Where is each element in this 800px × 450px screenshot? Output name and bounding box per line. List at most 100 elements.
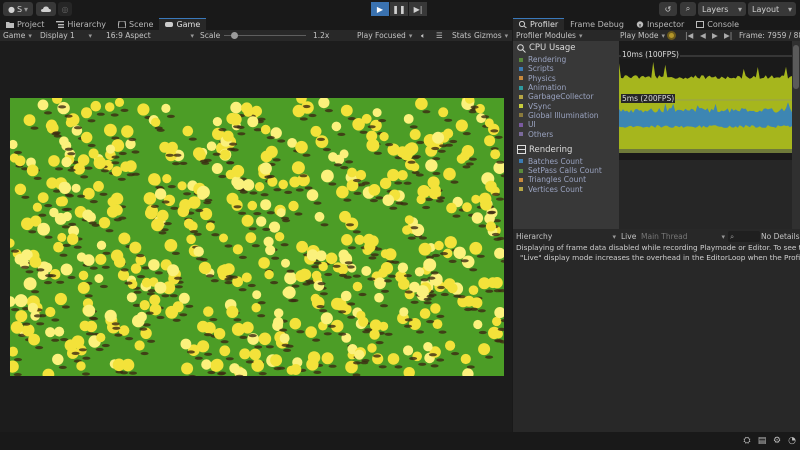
tab-console[interactable]: Console xyxy=(690,18,745,30)
flower-shadow xyxy=(428,353,437,357)
module-item[interactable]: Global Illumination xyxy=(513,111,619,120)
flower xyxy=(229,363,240,374)
module-item[interactable]: Batches Count xyxy=(513,157,619,166)
module-item[interactable]: Animation xyxy=(513,83,619,92)
flower xyxy=(245,232,257,244)
record-button[interactable] xyxy=(667,30,676,41)
mute-audio-button[interactable]: 🔈︎ xyxy=(421,30,426,41)
flower xyxy=(274,232,285,242)
flower-shadow xyxy=(63,207,72,211)
stats-button[interactable]: Stats xyxy=(452,30,471,41)
collab-status-button[interactable]: ◔ xyxy=(787,436,797,446)
cpu-usage-chart[interactable]: 10ms (100FPS) 5ms (200FPS) xyxy=(619,41,792,160)
next-frame-button[interactable]: ▶ xyxy=(712,30,718,41)
layers-dropdown[interactable]: Layers ▾ xyxy=(698,2,746,16)
account-button[interactable]: ● S ▾ xyxy=(3,2,33,16)
flower xyxy=(384,248,397,261)
first-frame-button[interactable]: |◀ xyxy=(685,30,693,41)
tab-scene[interactable]: Scene xyxy=(112,18,159,30)
flower-shadow xyxy=(485,355,494,359)
profiler-scrollbar[interactable] xyxy=(792,41,800,229)
bug-status-button[interactable]: ⛭ xyxy=(742,436,752,446)
thread-dropdown[interactable]: Main Thread xyxy=(641,231,725,242)
flower xyxy=(21,217,34,231)
cpu-usage-module[interactable]: CPU Usage xyxy=(513,41,619,55)
flower-shadow xyxy=(391,260,400,264)
flower-shadow xyxy=(323,332,332,336)
collab-button[interactable]: ◎ xyxy=(58,2,72,16)
tab-game[interactable]: Game xyxy=(159,18,207,30)
layout-dropdown[interactable]: Layout ▾ xyxy=(748,2,796,16)
play-button[interactable]: ▶ xyxy=(371,2,389,16)
scale-slider-thumb[interactable] xyxy=(230,32,238,39)
network-icon: ▤ xyxy=(757,436,767,446)
module-item[interactable]: Triangles Count xyxy=(513,175,619,184)
flower-shadow xyxy=(451,352,460,356)
flower-shadow xyxy=(239,335,248,339)
flower-shadow xyxy=(317,137,325,141)
flower-shadow xyxy=(438,330,447,334)
network-status-button[interactable]: ▤ xyxy=(757,436,767,446)
flower xyxy=(416,285,429,298)
display-mode-dropdown[interactable]: Game xyxy=(3,30,32,41)
flower-shadow xyxy=(481,115,490,119)
detail-search-input[interactable]: ⌕ xyxy=(728,231,760,242)
module-item[interactable]: UI xyxy=(513,120,619,129)
display-dropdown[interactable]: Display 1 xyxy=(40,30,92,41)
tab-profiler[interactable]: Profiler xyxy=(513,18,565,30)
scale-slider[interactable] xyxy=(224,30,306,41)
flower-shadow xyxy=(338,310,347,314)
tab-project[interactable]: Project xyxy=(0,18,50,30)
flower-shadow xyxy=(80,175,89,179)
collab-status-icon: ◔ xyxy=(788,436,796,446)
flower-shadow xyxy=(166,114,175,118)
flower-shadow xyxy=(437,149,446,153)
profiler-scrollbar-thumb[interactable] xyxy=(793,45,799,89)
tab-hierarchy[interactable]: Hierarchy xyxy=(50,18,112,30)
aspect-dropdown[interactable]: 16:9 Aspect xyxy=(106,30,194,41)
module-item[interactable]: Others xyxy=(513,129,619,139)
previous-frame-icon: ◀ xyxy=(700,31,706,40)
tab-frame-debug[interactable]: Frame Debug xyxy=(564,18,630,30)
game-render-canvas[interactable] xyxy=(10,98,504,376)
flower xyxy=(418,242,432,256)
settings-status-button[interactable]: ⚙ xyxy=(772,436,782,446)
module-item[interactable]: Rendering xyxy=(513,55,619,64)
module-item[interactable]: VSync xyxy=(513,101,619,111)
flower-shadow xyxy=(186,350,195,354)
history-button[interactable]: ↺ xyxy=(659,2,677,16)
stats-options-button[interactable]: ☰ xyxy=(436,30,443,41)
legend-swatch xyxy=(519,113,523,118)
module-item[interactable]: Vertices Count xyxy=(513,185,619,194)
flower xyxy=(263,236,274,247)
module-item[interactable]: GarbageCollector xyxy=(513,92,619,101)
flower-shadow xyxy=(430,364,439,368)
flower-shadow xyxy=(51,318,60,322)
rendering-module[interactable]: Rendering xyxy=(513,143,619,157)
tab-inspector[interactable]: Inspector xyxy=(630,18,690,30)
legend-swatch xyxy=(519,122,523,127)
flower xyxy=(339,210,351,223)
flower-shadow xyxy=(131,150,140,154)
flower-shadow xyxy=(411,156,420,160)
flower-shadow xyxy=(324,272,333,277)
current-frame-button[interactable]: ▶| xyxy=(724,30,732,41)
detail-view-dropdown[interactable]: Hierarchy xyxy=(516,231,616,242)
search-button[interactable]: ⌕ xyxy=(680,2,696,16)
flower xyxy=(96,240,107,250)
previous-frame-button[interactable]: ◀ xyxy=(700,30,706,41)
step-button[interactable]: ▶| xyxy=(409,2,427,16)
flower xyxy=(494,307,504,319)
rendering-chart[interactable] xyxy=(619,160,792,229)
module-item[interactable]: Scripts xyxy=(513,64,619,73)
pause-button[interactable]: ❚❚ xyxy=(390,2,408,16)
module-item[interactable]: SetPass Calls Count xyxy=(513,166,619,175)
play-mode-target-dropdown[interactable]: Play Mode xyxy=(620,30,665,41)
details-dropdown[interactable]: No Details xyxy=(761,231,800,242)
play-mode-dropdown[interactable]: Play Focused xyxy=(357,30,412,41)
gizmos-dropdown[interactable]: Gizmos xyxy=(474,30,508,41)
module-item[interactable]: Physics xyxy=(513,74,619,83)
cloud-button[interactable] xyxy=(36,2,56,16)
profiler-modules-dropdown[interactable]: Profiler Modules xyxy=(516,30,582,41)
live-toggle[interactable]: Live xyxy=(621,231,636,242)
